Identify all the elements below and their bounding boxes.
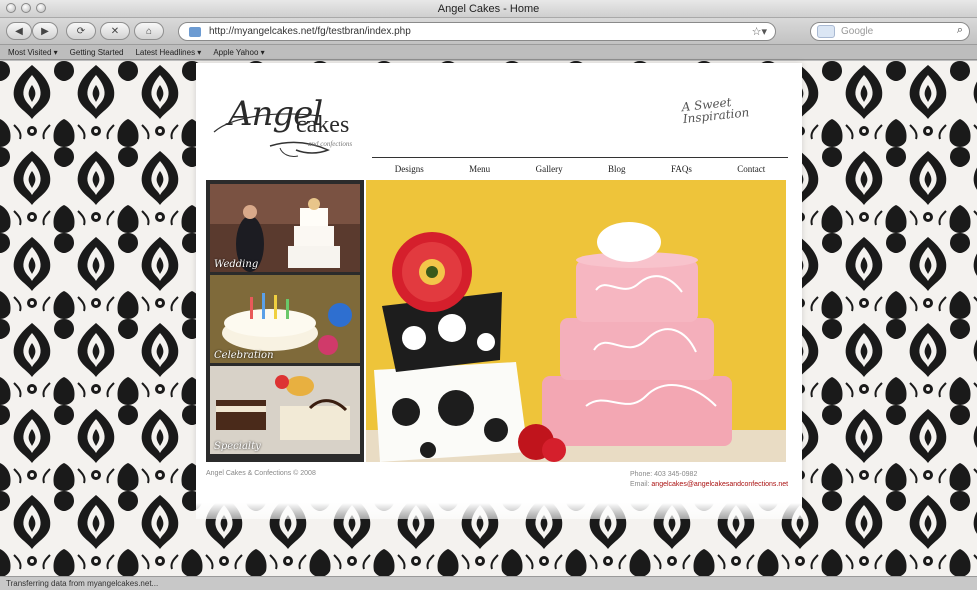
thumb-celebration-label: Celebration [214, 350, 274, 361]
footer-contact: Phone: 403 345-0982 Email: angelcakes@an… [630, 470, 788, 490]
footer-email-label: Email: [630, 481, 650, 488]
search-placeholder: Google [841, 26, 874, 37]
back-arrow-icon: ◀ [15, 25, 23, 37]
browser-toolbar: ◀ ▶ ⟳ ✕ ⌂ http://myangelcakes.net/fg/tes… [0, 18, 977, 45]
featured-cakes-illustration [366, 180, 786, 462]
nav-faqs[interactable]: FAQs [671, 164, 692, 174]
status-bar: Transferring data from myangelcakes.net.… [0, 576, 977, 590]
back-button[interactable]: ◀ [6, 22, 32, 40]
gerbera-flower [392, 232, 472, 312]
bookmark-most-visited[interactable]: Most Visited ▾ [8, 48, 58, 57]
thumb-celebration[interactable]: Celebration [210, 275, 360, 363]
site-logo[interactable]: Angel cakes and confections [210, 88, 370, 158]
footer-email-link[interactable]: angelcakes@angelcakesandconfections.net [651, 481, 788, 488]
url-bar[interactable]: http://myangelcakes.net/fg/testbran/inde… [178, 22, 776, 41]
bookmark-getting-started[interactable]: Getting Started [70, 48, 124, 57]
hero-image [366, 180, 786, 462]
forward-arrow-icon: ▶ [41, 25, 49, 37]
nav-gallery[interactable]: Gallery [536, 164, 563, 174]
window-title: Angel Cakes - Home [437, 3, 540, 15]
bookmark-latest-headlines[interactable]: Latest Headlines ▾ [135, 48, 201, 57]
footer-phone: Phone: 403 345-0982 [630, 471, 698, 478]
stop-icon: ✕ [110, 25, 120, 37]
footer-email-line: Email: angelcakes@angelcakesandconfectio… [630, 480, 788, 490]
thumb-wedding-label: Wedding [214, 259, 259, 270]
site-bottom-fade [196, 503, 802, 519]
nav-contact[interactable]: Contact [737, 164, 765, 174]
favicon-icon [189, 27, 201, 37]
search-input[interactable]: Google ⌕ [810, 22, 970, 41]
nav-blog[interactable]: Blog [608, 164, 626, 174]
window-titlebar: Angel Cakes - Home [0, 0, 977, 18]
forward-button[interactable]: ▶ [32, 22, 58, 40]
home-button[interactable]: ⌂ [134, 22, 164, 40]
reload-icon: ⟳ [76, 25, 86, 37]
footer-copyright: Angel Cakes & Confections © 2008 [206, 470, 316, 477]
bookmark-apple-yahoo[interactable]: Apple Yahoo ▾ [213, 48, 264, 57]
url-text: http://myangelcakes.net/fg/testbran/inde… [209, 26, 411, 37]
search-icon[interactable]: ⌕ [957, 24, 963, 37]
site-nav: Designs Menu Gallery Blog FAQs Contact [372, 157, 788, 179]
search-engine-icon[interactable] [817, 25, 835, 38]
logo-word-cakes: cakes [296, 112, 350, 138]
stop-button[interactable]: ✕ [100, 22, 130, 40]
category-thumbnails: Wedding Celebration Specialty [206, 180, 364, 462]
bookmarks-bar: Most Visited ▾ Getting Started Latest He… [0, 45, 977, 60]
reload-button[interactable]: ⟳ [66, 22, 96, 40]
nav-menu[interactable]: Menu [469, 164, 490, 174]
thumb-specialty-label: Specialty [214, 441, 261, 452]
bookmark-star-icon[interactable]: ☆▾ [752, 25, 767, 38]
nav-designs[interactable]: Designs [395, 164, 424, 174]
home-icon: ⌂ [145, 25, 153, 37]
thumb-specialty[interactable]: Specialty [210, 366, 360, 454]
thumb-wedding[interactable]: Wedding [210, 184, 360, 272]
logo-subtitle: and confections [308, 140, 353, 148]
